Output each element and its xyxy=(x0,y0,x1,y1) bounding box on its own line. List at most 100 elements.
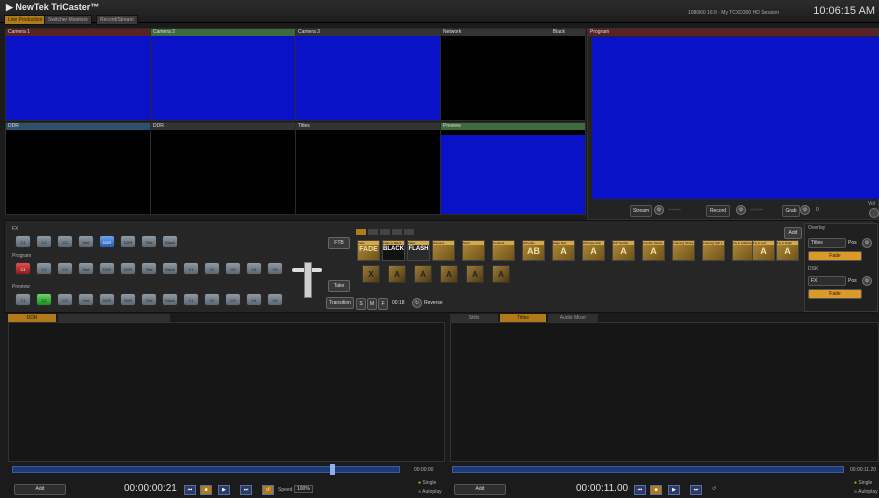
overlay-config-icon[interactable]: ⚙ xyxy=(862,238,872,248)
preview-button-title[interactable]: Title xyxy=(141,293,157,306)
transition-bin-tab-5[interactable] xyxy=(404,229,414,235)
transition-diff-tumble[interactable]: Diff Tumble A xyxy=(612,240,635,261)
transition-bin-tab-2[interactable] xyxy=(368,229,378,235)
preview-button-v4[interactable]: V4 xyxy=(246,293,262,306)
fx-button-title[interactable]: Title xyxy=(141,235,157,248)
tab-switcher-monitors[interactable]: Switcher Monitors xyxy=(44,15,92,25)
transition-framing-sph[interactable]: Framing Sph 1 xyxy=(702,240,725,261)
stream-config-icon[interactable]: ⚙ xyxy=(654,205,664,215)
transition-fade[interactable]: Fade FADE xyxy=(357,240,380,261)
ddr-right-autoplay[interactable]: ■ Autoplay xyxy=(854,489,878,495)
program-button-black[interactable]: Black xyxy=(162,262,178,275)
program-button-v5[interactable]: V5 xyxy=(267,262,283,275)
speed-medium-button[interactable]: M xyxy=(367,298,377,310)
program-button-net[interactable]: Net xyxy=(78,262,94,275)
preview-button-black[interactable]: Black xyxy=(162,293,178,306)
program-button-v4[interactable]: V4 xyxy=(246,262,262,275)
monitor-ddr-2[interactable]: DDR xyxy=(150,122,296,215)
transition-row2-6[interactable]: A xyxy=(492,265,510,283)
transition-edge-roll[interactable]: Edge Roll A xyxy=(552,240,575,261)
overlay-pos-button[interactable]: Pos xyxy=(848,240,857,246)
stop-icon[interactable]: ■ xyxy=(650,485,662,495)
preview-button-c3[interactable]: C3 xyxy=(57,293,73,306)
transition-fade-to-black[interactable]: Fade to Black BLACK xyxy=(382,240,405,261)
stop-icon[interactable]: ■ xyxy=(200,485,212,495)
fx-button-ddr1[interactable]: DDR xyxy=(99,235,115,248)
ddr-left-add-button[interactable]: Add xyxy=(14,484,66,495)
transition-diff-little[interactable]: Diff Little AB xyxy=(522,240,545,261)
ddr-right-scrubber[interactable] xyxy=(452,466,844,473)
speed-slow-button[interactable]: S xyxy=(356,298,366,310)
monitor-titles[interactable]: Titles xyxy=(295,122,441,215)
transition-bin-tab-1[interactable] xyxy=(356,229,366,235)
record-button[interactable]: Record xyxy=(706,205,730,217)
transition-fumble-strobe[interactable]: Fumble Strobe A xyxy=(642,240,665,261)
transition-framing-strobe[interactable]: Framing Strobe xyxy=(672,240,695,261)
take-button[interactable]: Take xyxy=(328,280,350,292)
preview-button-v2[interactable]: V2 xyxy=(204,293,220,306)
transition-control1[interactable]: Control1 xyxy=(492,240,515,261)
program-button-v1[interactable]: V1 xyxy=(183,262,199,275)
ftb-button[interactable]: FTB xyxy=(328,237,350,249)
program-button-title[interactable]: Title xyxy=(141,262,157,275)
transition-fly-in-right[interactable]: Fly in Right A xyxy=(776,240,799,261)
add-transition-button[interactable]: Add xyxy=(784,227,802,239)
next-icon[interactable]: ⏭ xyxy=(240,485,252,495)
transition-row2-3[interactable]: A xyxy=(414,265,432,283)
transition-bin-tab-4[interactable] xyxy=(392,229,402,235)
program-button-v3[interactable]: V3 xyxy=(225,262,241,275)
program-button-c1[interactable]: C1 xyxy=(15,262,31,275)
ddr-right-single[interactable]: ● Single xyxy=(854,480,872,486)
monitor-preview[interactable]: Preview xyxy=(440,122,586,215)
program-button-c3[interactable]: C3 xyxy=(57,262,73,275)
preview-button-v1[interactable]: V1 xyxy=(183,293,199,306)
monitor-network[interactable]: Network Black xyxy=(440,28,586,121)
transition-row2-1[interactable]: X xyxy=(362,265,380,283)
network-source[interactable]: Black xyxy=(553,29,565,36)
program-button-c2[interactable]: C2 xyxy=(36,262,52,275)
dsk-source-select[interactable]: FX xyxy=(808,276,846,286)
dsk-pos-button[interactable]: Pos xyxy=(848,278,857,284)
preview-button-v5[interactable]: V5 xyxy=(267,293,283,306)
monitor-camera-3[interactable]: Camera 3 xyxy=(295,28,441,121)
transition-button[interactable]: Transition xyxy=(326,297,354,309)
overlay-source-select[interactable]: Titles xyxy=(808,238,846,248)
transition-swirl[interactable]: Swirl xyxy=(462,240,485,261)
preview-button-ddr1[interactable]: DDR xyxy=(99,293,115,306)
speed-field[interactable]: 100% xyxy=(294,485,313,493)
t-bar-handle[interactable] xyxy=(304,262,312,298)
fx-button-black[interactable]: Black xyxy=(162,235,178,248)
reverse-label[interactable]: Reverse xyxy=(424,300,443,306)
fx-button-net[interactable]: Net xyxy=(78,235,94,248)
dsk-fade-button[interactable]: Fade xyxy=(808,289,862,299)
transition-fly-in-left[interactable]: Fly in Left A xyxy=(752,240,775,261)
grab-config-icon[interactable]: ⚙ xyxy=(800,205,810,215)
reverse-icon[interactable]: ↻ xyxy=(412,298,422,308)
stream-button[interactable]: Stream xyxy=(630,205,652,217)
preview-button-c2[interactable]: C2 xyxy=(36,293,52,306)
tab-audio-mixer[interactable]: Audio Mixer xyxy=(548,314,598,322)
transition-row2-2[interactable]: A xyxy=(388,265,406,283)
monitor-camera-1[interactable]: Camera 1 xyxy=(5,28,151,121)
preview-button-net[interactable]: Net xyxy=(78,293,94,306)
play-icon[interactable]: ▶ xyxy=(218,485,230,495)
program-button-ddr2[interactable]: DDR xyxy=(120,262,136,275)
program-button-v2[interactable]: V2 xyxy=(204,262,220,275)
ddr-left-single[interactable]: ● Single xyxy=(418,480,436,486)
ddr-playlist-left[interactable] xyxy=(8,322,445,462)
fx-button-c1[interactable]: C1 xyxy=(15,235,31,248)
ddr-left-scrubber[interactable] xyxy=(12,466,400,473)
preview-button-c1[interactable]: C1 xyxy=(15,293,31,306)
transition-dissolve[interactable]: Dissolve xyxy=(432,240,455,261)
ddr-left-autoplay[interactable]: ■ Autoplay xyxy=(418,489,442,495)
preview-button-ddr2[interactable]: DDR xyxy=(120,293,136,306)
fx-button-c2[interactable]: C2 xyxy=(36,235,52,248)
preview-button-v3[interactable]: V3 xyxy=(225,293,241,306)
transition-row2-4[interactable]: A xyxy=(440,265,458,283)
tab-titles[interactable]: Titles xyxy=(500,314,546,322)
record-config-icon[interactable]: ⚙ xyxy=(736,205,746,215)
prev-icon[interactable]: ⏮ xyxy=(184,485,196,495)
speed-fast-button[interactable]: F xyxy=(378,298,388,310)
dsk-config-icon[interactable]: ⚙ xyxy=(862,276,872,286)
grab-button[interactable]: Grab xyxy=(782,205,800,217)
